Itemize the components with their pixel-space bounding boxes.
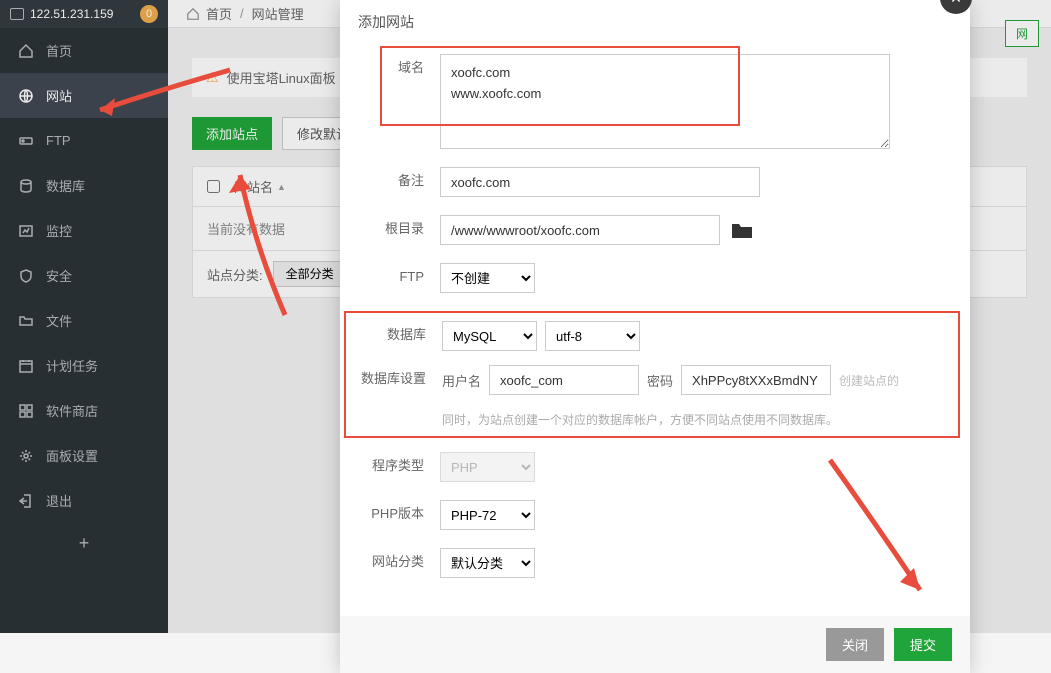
modal-title: 添加网站 [340, 0, 970, 44]
note-input[interactable] [440, 167, 760, 197]
username-label: 用户名 [442, 371, 481, 390]
note-label: 备注 [350, 167, 440, 195]
root-input[interactable] [440, 215, 720, 245]
db-type-select[interactable]: MySQL [442, 321, 537, 351]
database-label: 数据库 [346, 321, 442, 349]
db-password-input[interactable] [681, 365, 831, 395]
ftp-select[interactable]: 不创建 [440, 263, 535, 293]
browse-folder-icon[interactable] [732, 222, 752, 238]
category-select[interactable]: 默认分类 [440, 548, 535, 578]
domain-textarea[interactable] [440, 54, 890, 149]
db-hint: 同时，为站点创建一个对应的数据库帐户，方便不同站点使用不同数据库。 [442, 411, 958, 428]
category-label: 网站分类 [350, 548, 440, 576]
password-label: 密码 [647, 371, 673, 390]
php-version-label: PHP版本 [350, 500, 440, 528]
program-type-select[interactable]: PHP [440, 452, 535, 482]
db-user-input[interactable] [489, 365, 639, 395]
add-website-modal: × 添加网站 域名 备注 根目录 FTP [340, 0, 970, 673]
php-version-select[interactable]: PHP-72 [440, 500, 535, 530]
root-label: 根目录 [350, 215, 440, 243]
domain-label: 域名 [350, 54, 440, 82]
create-site-hint: 创建站点的 [839, 372, 899, 389]
ftp-label: FTP [350, 263, 440, 291]
program-type-label: 程序类型 [350, 452, 440, 480]
modal-footer: 关闭 提交 [340, 616, 970, 673]
db-charset-select[interactable]: utf-8 [545, 321, 640, 351]
db-settings-label: 数据库设置 [346, 365, 442, 393]
